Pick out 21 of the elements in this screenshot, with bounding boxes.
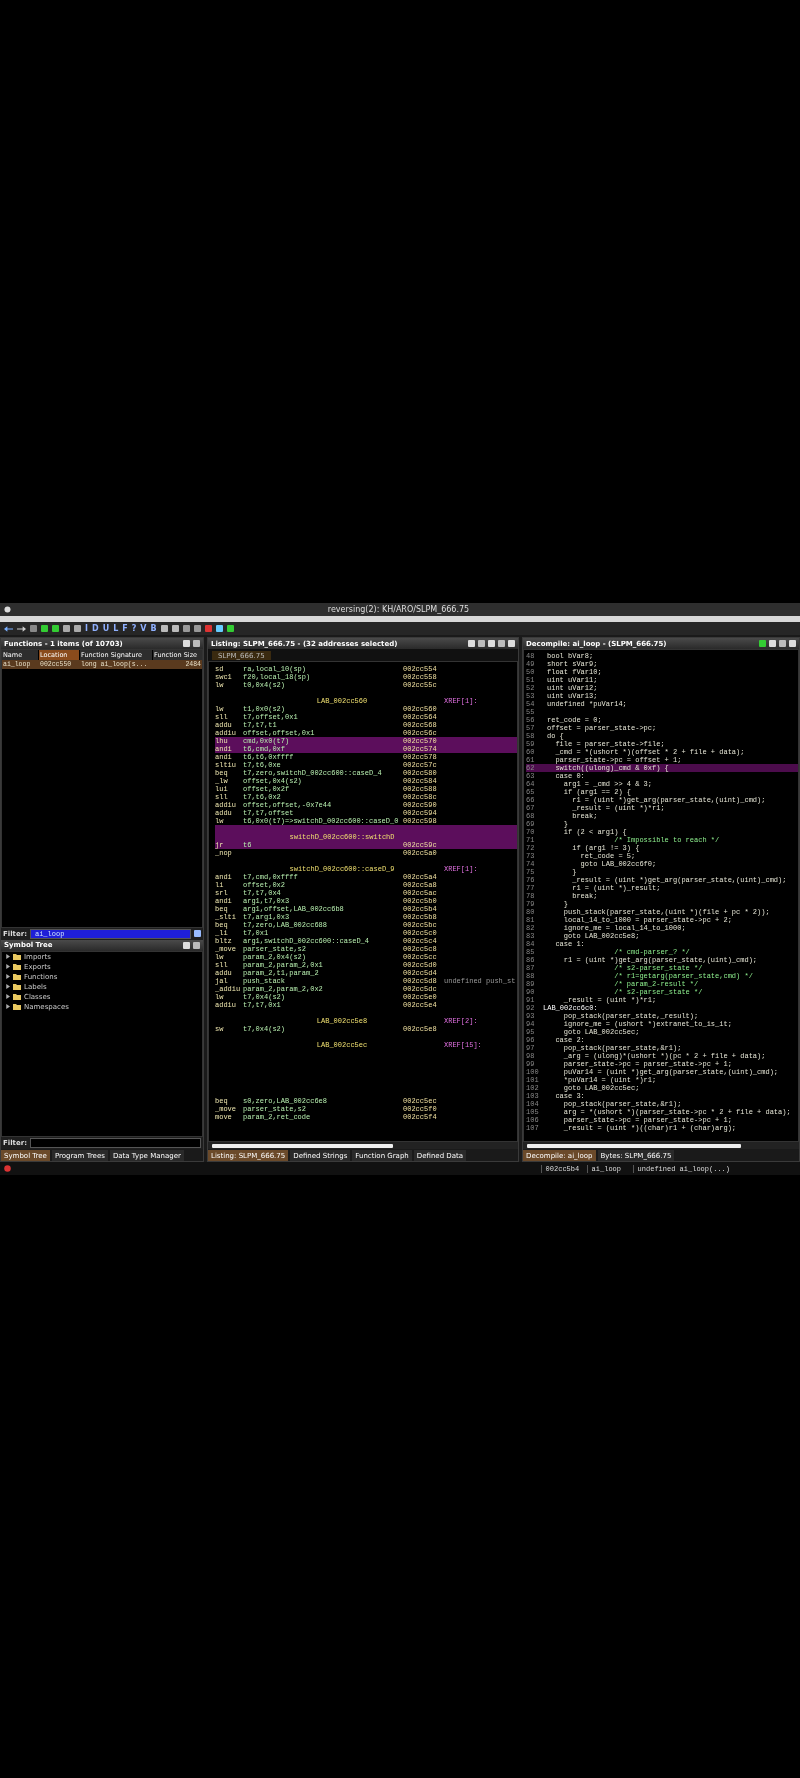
expand-arrow-icon[interactable] xyxy=(5,1004,10,1010)
toolbar-letter-button[interactable]: U xyxy=(102,624,110,633)
toolbar-letter-button[interactable]: D xyxy=(92,624,99,633)
expand-arrow-icon[interactable] xyxy=(5,994,10,1000)
forward-arrow-icon[interactable] xyxy=(17,625,26,632)
toolbar-letter-button[interactable]: I xyxy=(85,624,88,633)
horizontal-scrollbar[interactable] xyxy=(523,1142,799,1149)
expand-arrow-icon[interactable] xyxy=(5,984,10,990)
window-title: reversing(2): KH/ARO/SLPM_666.75 xyxy=(326,605,471,614)
toolbar-letter-button[interactable]: V xyxy=(140,624,147,633)
filter-field[interactable] xyxy=(29,1138,201,1148)
toolbar-letter-button[interactable]: ? xyxy=(131,624,137,633)
app-logo-icon xyxy=(4,1165,11,1172)
toolbar-letter-button[interactable]: B xyxy=(150,624,157,633)
expand-arrow-icon[interactable] xyxy=(5,954,10,960)
back-arrow-icon[interactable] xyxy=(4,625,13,632)
toolbar-letter-button[interactable]: F xyxy=(122,624,128,633)
expand-arrow-icon[interactable] xyxy=(5,974,10,980)
toolbar-letter-button[interactable]: L xyxy=(113,624,119,633)
expand-arrow-icon[interactable] xyxy=(5,964,10,970)
horizontal-scrollbar[interactable] xyxy=(208,1142,518,1149)
